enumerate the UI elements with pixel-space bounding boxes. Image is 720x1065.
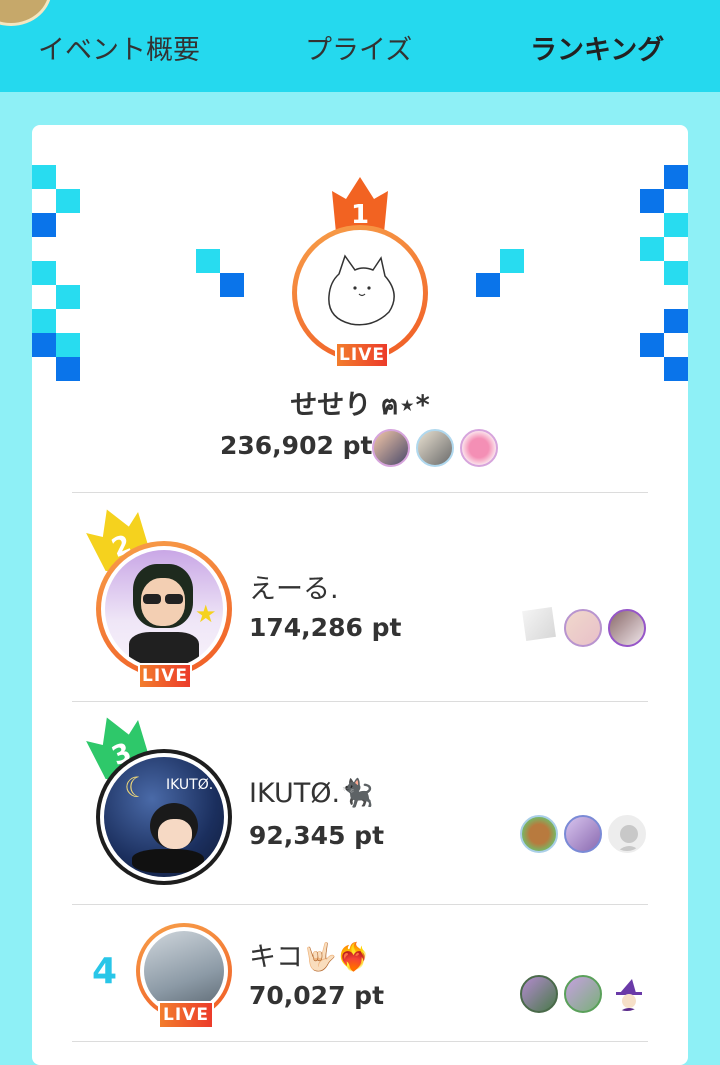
- supporter-avatar[interactable]: [416, 429, 454, 467]
- divider: [72, 701, 648, 702]
- supporter-avatar[interactable]: [520, 975, 558, 1013]
- live-badge: LIVE: [138, 663, 192, 689]
- default-avatar-icon: [618, 825, 640, 851]
- streamer-name: IKUTØ.🐈‍⬛: [249, 778, 374, 809]
- points-value: 92,345 pt: [249, 821, 385, 850]
- avatar-rank-2[interactable]: ★: [96, 541, 232, 677]
- streamer-name: せせり ฅ⋆*: [290, 390, 430, 421]
- supporter-avatar[interactable]: [564, 975, 602, 1013]
- profile-avatar[interactable]: [0, 0, 52, 26]
- tab-ranking[interactable]: ランキング: [530, 28, 664, 67]
- divider: [72, 904, 648, 905]
- points-value: 236,902 pt: [220, 431, 373, 460]
- avatar-rank-3[interactable]: ☾ IKUTØ.: [96, 749, 232, 885]
- divider: [72, 1041, 648, 1042]
- rank-number: 4: [92, 951, 118, 992]
- supporter-avatar[interactable]: [608, 815, 646, 853]
- live-badge: LIVE: [158, 1001, 214, 1029]
- cat-drawing-icon: [328, 254, 395, 326]
- supporter-avatar[interactable]: [460, 429, 498, 467]
- live-badge: LIVE: [335, 342, 389, 368]
- streamer-name: キコ🤟🏻❤️‍🔥: [249, 942, 371, 973]
- tab-prizes[interactable]: プライズ: [305, 28, 412, 67]
- tab-event-overview[interactable]: イベント概要: [38, 28, 200, 67]
- tab-bar: イベント概要 プライズ ランキング: [0, 0, 720, 92]
- streamer-name: えーる.: [249, 574, 339, 605]
- supporter-avatar[interactable]: [608, 975, 646, 1013]
- witch-icon: [616, 979, 642, 1011]
- ranking-card: 1 LIVE せせり ฅ⋆* 236,902 pt 2 ★ LIVE えーる. …: [32, 125, 688, 1065]
- avatar-rank-1[interactable]: [292, 225, 428, 361]
- supporter-avatar[interactable]: [520, 815, 558, 853]
- supporter-avatar[interactable]: [564, 609, 602, 647]
- supporter-avatar[interactable]: [564, 815, 602, 853]
- supporter-avatar[interactable]: [522, 607, 556, 641]
- supporter-avatar[interactable]: [372, 429, 410, 467]
- points-value: 70,027 pt: [249, 981, 385, 1010]
- points-value: 174,286 pt: [249, 613, 402, 642]
- supporter-avatar[interactable]: [608, 609, 646, 647]
- divider: [72, 492, 648, 493]
